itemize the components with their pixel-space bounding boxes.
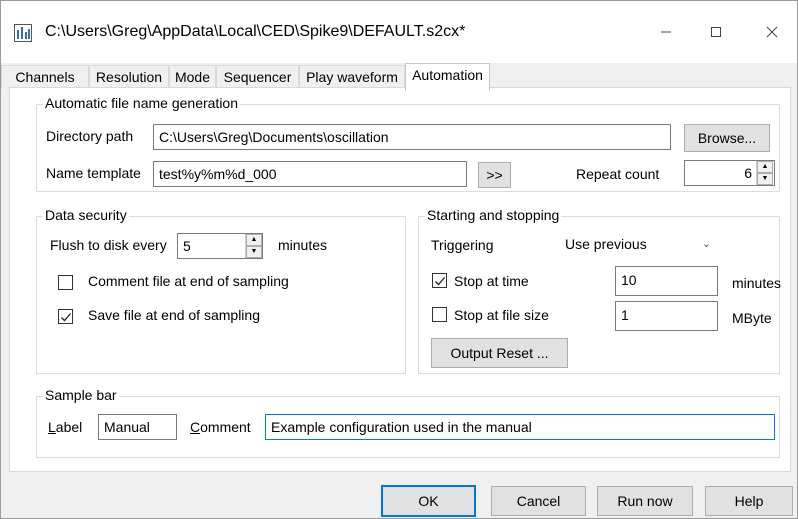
maximize-button[interactable] (693, 15, 739, 51)
directory-path-input[interactable]: C:\Users\Greg\Documents\oscillation (153, 124, 671, 150)
flush-spinner[interactable]: ▲ ▼ (245, 234, 262, 258)
maximize-icon (710, 25, 722, 41)
browse-button[interactable]: Browse... (684, 124, 770, 152)
directory-path-label: Directory path (46, 128, 134, 144)
app-icon (14, 24, 32, 42)
stop-at-time-checkbox[interactable] (432, 273, 447, 288)
minimize-icon (660, 25, 672, 41)
chevron-down-icon: ⌄ (701, 238, 711, 250)
output-reset-button[interactable]: Output Reset ... (431, 338, 568, 368)
comment-at-end-label: Comment file at end of sampling (88, 273, 289, 289)
tab-mode[interactable]: Mode (169, 65, 216, 89)
tab-sequencer[interactable]: Sequencer (216, 65, 299, 89)
name-template-input[interactable]: test%y%m%d_000 (153, 161, 467, 187)
data-security-group-label: Data security (43, 207, 129, 223)
repeat-count-label: Repeat count (576, 166, 660, 182)
sample-bar-group-label: Sample bar (43, 387, 119, 403)
triggering-label: Triggering (431, 237, 494, 253)
sample-label-input[interactable]: Manual (98, 414, 177, 440)
start-stop-group-label: Starting and stopping (425, 207, 562, 223)
tab-automation[interactable]: Automation (405, 63, 490, 91)
cancel-button[interactable]: Cancel (491, 486, 586, 516)
auto-name-group-label: Automatic file name generation (43, 95, 240, 111)
stop-time-units: minutes (732, 275, 782, 291)
save-at-end-checkbox[interactable] (58, 309, 73, 324)
stop-at-size-label: Stop at file size (454, 307, 549, 323)
close-button[interactable] (749, 15, 795, 51)
spin-down-icon[interactable]: ▼ (757, 173, 773, 185)
stop-time-input[interactable]: 10 (615, 266, 718, 296)
tab-play-waveform[interactable]: Play waveform (299, 65, 405, 89)
spin-up-icon[interactable]: ▲ (246, 234, 262, 246)
tab-channels[interactable]: Channels (1, 65, 89, 89)
tab-resolution[interactable]: Resolution (89, 65, 169, 89)
repeat-count-spinner[interactable]: ▲ ▼ (756, 161, 773, 185)
triggering-value: Use previous (565, 236, 647, 252)
spin-down-icon[interactable]: ▼ (246, 246, 262, 258)
minimize-button[interactable] (643, 15, 689, 51)
title-bar: C:\Users\Greg\AppData\Local\CED\Spike9\D… (1, 1, 797, 63)
comment-at-end-checkbox[interactable] (58, 275, 73, 290)
stop-at-size-checkbox[interactable] (432, 307, 447, 322)
tab-strip: Channels Resolution Mode Sequencer Play … (1, 63, 797, 91)
checkmark-icon (61, 313, 71, 322)
ok-button[interactable]: OK (381, 485, 476, 517)
help-button[interactable]: Help (705, 486, 793, 516)
triggering-select[interactable]: Use previous ⌄ (565, 231, 723, 257)
checkmark-icon (435, 277, 445, 286)
close-icon (766, 25, 778, 41)
stop-at-time-label: Stop at time (454, 273, 529, 289)
spin-up-icon[interactable]: ▲ (757, 161, 773, 173)
stop-size-units: MByte (732, 310, 772, 326)
automation-page: Automatic file name generation Directory… (9, 87, 791, 472)
sample-comment-label: Comment (190, 419, 251, 435)
stop-size-input[interactable]: 1 (615, 301, 718, 331)
dialog-window: C:\Users\Greg\AppData\Local\CED\Spike9\D… (0, 0, 798, 519)
flush-label: Flush to disk every (50, 237, 167, 253)
name-template-label: Name template (46, 165, 141, 181)
insert-field-button[interactable]: >> (478, 162, 511, 188)
sample-label-label: Label (48, 419, 83, 435)
save-at-end-label: Save file at end of sampling (88, 307, 260, 323)
flush-units-label: minutes (278, 237, 328, 253)
sample-comment-input[interactable]: Example configuration used in the manual (265, 414, 775, 440)
window-title: C:\Users\Greg\AppData\Local\CED\Spike9\D… (45, 23, 466, 40)
run-now-button[interactable]: Run now (597, 486, 693, 516)
